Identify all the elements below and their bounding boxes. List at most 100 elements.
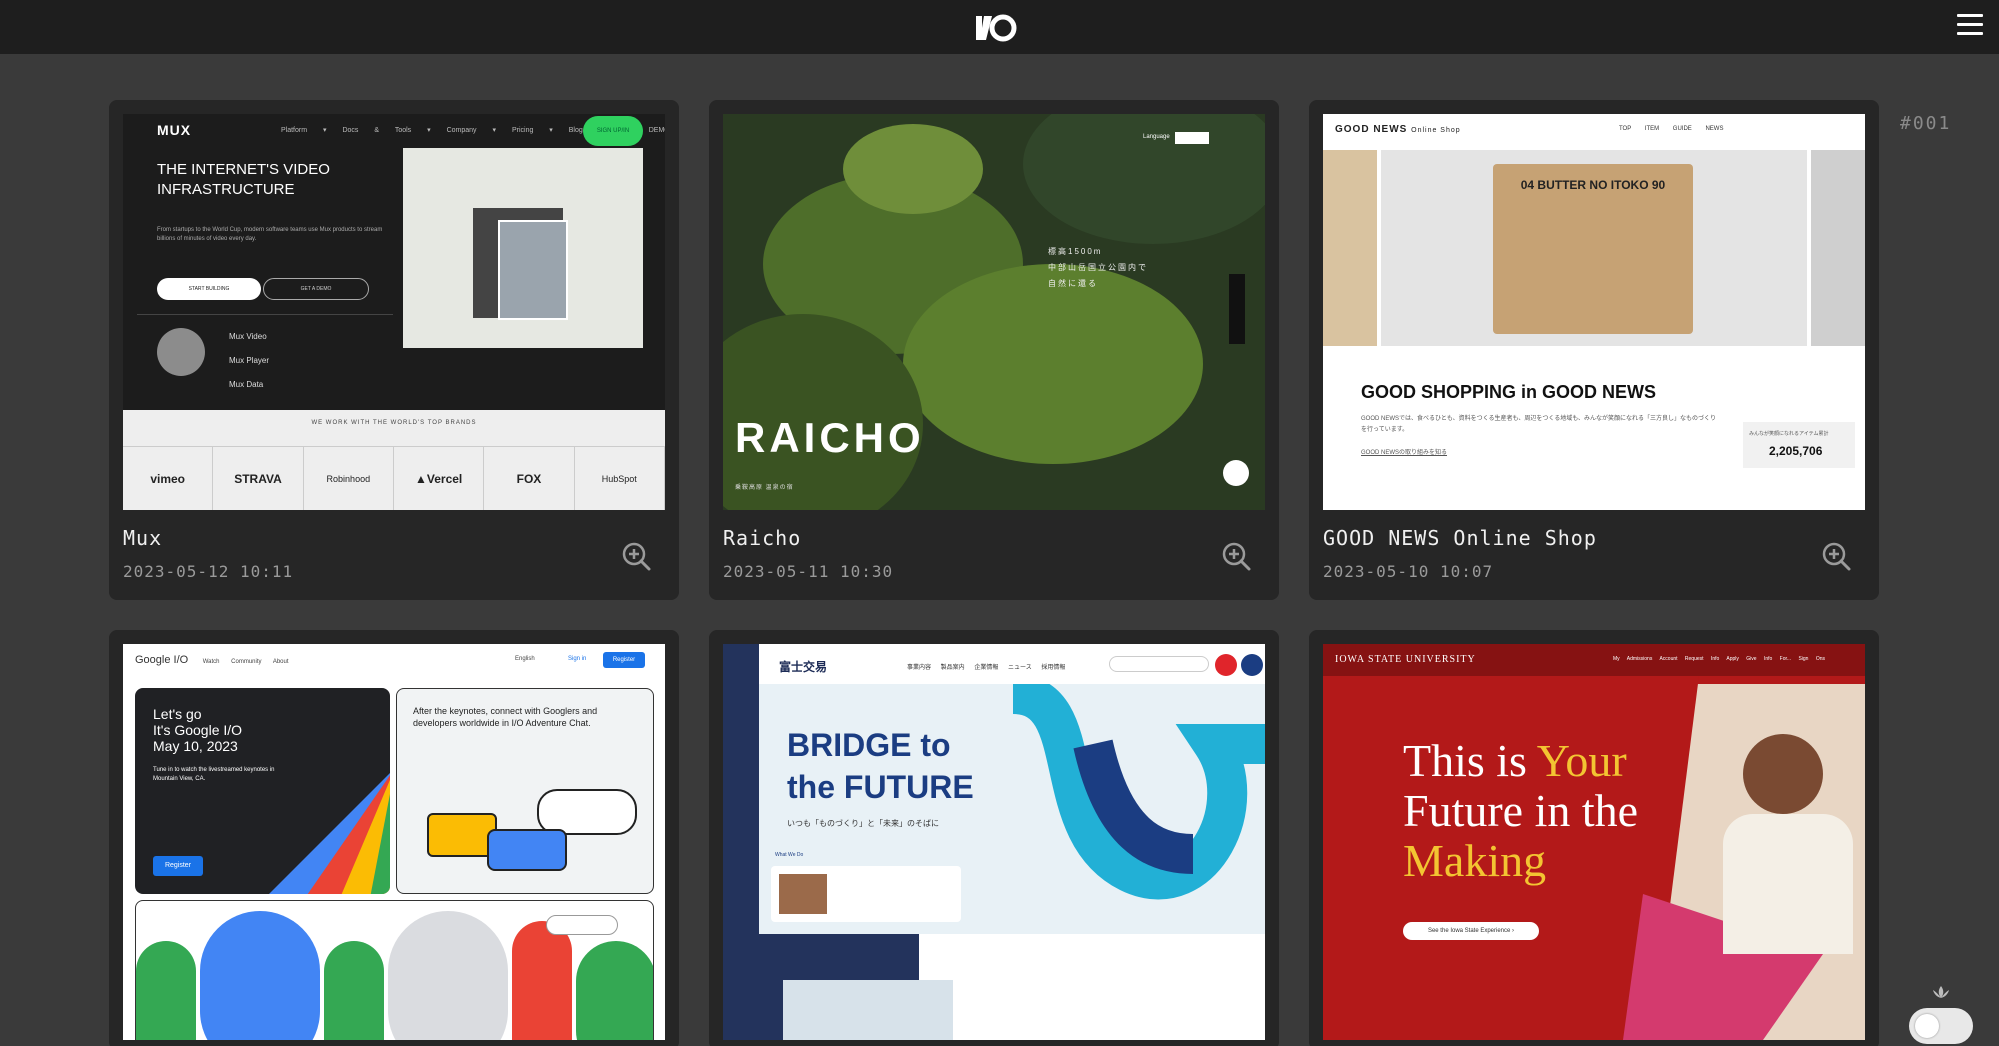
shot-lang-label: Language [1143, 134, 1170, 140]
shot-what: What We Do [775, 852, 804, 858]
shot-headline: This is Your Future in the Making [1403, 736, 1638, 886]
pill-shape [324, 941, 384, 1040]
shot-shapes-panel [135, 900, 654, 1040]
shot-copy: 標高1500m 中部山岳国立公園内で 自然に還る [1048, 244, 1148, 292]
card-title: Mux [123, 526, 163, 550]
shot-nav: Google I/O Watch Community About [135, 654, 289, 666]
site-card-mux[interactable]: MUX Platform ▾ Docs & Tools ▾ Company ▾ … [109, 100, 679, 600]
shot-light-panel: After the keynotes, connect with Googler… [396, 688, 654, 894]
card-date: 2023-05-12 10:11 [123, 562, 294, 581]
card-title: Raicho [723, 526, 802, 550]
shot-search [1109, 656, 1209, 672]
shot-banner-side [1323, 150, 1377, 346]
moss-shape [903, 264, 1203, 464]
pill-shape [136, 941, 196, 1040]
card-date: 2023-05-10 10:07 [1323, 562, 1494, 581]
site-screenshot[interactable]: MUX Platform ▾ Docs & Tools ▾ Company ▾ … [123, 114, 665, 510]
hamburger-menu-icon[interactable] [1957, 14, 1983, 36]
shot-brands-bar: WE WORK WITH THE WORLD'S TOP BRANDS vime… [123, 410, 665, 510]
shot-headline-part: This is [1403, 735, 1537, 786]
shot-nav-items: TOP ITEM GUIDE NEWS [1619, 126, 1724, 132]
shot-dark-panel: Let's go It's Google I/O May 10, 2023 Tu… [135, 688, 390, 894]
card-date: 2023-05-11 10:30 [723, 562, 894, 581]
site-screenshot[interactable]: Google I/O Watch Community About English… [123, 644, 665, 1040]
shot-brand-logo: ▲Vercel [394, 447, 485, 510]
pill-shape [200, 911, 320, 1040]
lotus-icon [1933, 986, 1949, 998]
chat-bubble-shape [487, 829, 567, 871]
shot-dark-line: Let's go [153, 706, 202, 722]
site-card-raicho[interactable]: Language 標高1500m 中部山岳国立公園内で 自然に還る RAICHO… [709, 100, 1279, 600]
shot-signup: SIGN UP/IN [583, 116, 643, 146]
shot-brand-logo: vimeo [123, 447, 214, 510]
shot-person [1723, 814, 1853, 954]
mail-icon [1215, 654, 1237, 676]
site-card-good-news[interactable]: GOOD NEWS Online Shop TOP ITEM GUIDE NEW… [1309, 100, 1879, 600]
site-screenshot[interactable]: Language 標高1500m 中部山岳国立公園内で 自然に還る RAICHO… [723, 114, 1265, 510]
shot-light-text: After the keynotes, connect with Googler… [413, 706, 598, 728]
shot-dark-line: It's Google I/O [153, 722, 243, 738]
shot-cta: See the Iowa State Experience › [1403, 922, 1539, 940]
shot-headline-line: the FUTURE [787, 769, 974, 805]
shot-count-label: みんなが笑顔になれるアイテム累計 [1749, 431, 1829, 437]
shot-panel [403, 148, 643, 348]
shot-list-item: Mux Video [229, 332, 267, 341]
shot-desc-link: GOOD NEWSの取り組みを知る [1361, 450, 1448, 456]
shot-copy-line: 自然に還る [1048, 279, 1098, 288]
shot-nav-items: 事業内容 製品案内 企業情報 ニュース 採用情報 [907, 665, 1066, 671]
shot-count-value: 2,205,706 [1769, 444, 1823, 458]
shot-btn-secondary: GET A DEMO [263, 278, 369, 300]
shot-photo [783, 980, 953, 1040]
shot-brand-logo: HubSpot [575, 447, 665, 510]
shot-heading: GOOD SHOPPING in GOOD NEWS [1361, 382, 1657, 402]
shot-btn-primary: START BUILDING [157, 278, 261, 300]
shot-desc-text: GOOD NEWSでは、食べるひとも、資料をつくる生産者も、周辺をつくる地域も、… [1361, 416, 1717, 433]
shot-copy-line: 中部山岳国立公園内で [1048, 263, 1148, 272]
media-controls [546, 915, 618, 935]
shot-brand: MUX [157, 122, 192, 138]
shot-sub: From startups to the World Cup, modern s… [157, 227, 383, 242]
shot-banner-side [1811, 150, 1865, 346]
shot-list-item: Mux Data [229, 380, 264, 389]
theme-toggle[interactable] [1909, 1008, 1973, 1044]
shot-headline-line: This is Your [1403, 736, 1638, 786]
shot-signin: Sign in [568, 656, 587, 662]
shot-product-box: 04 BUTTER NO ITOKO 90 [1493, 164, 1693, 334]
site-screenshot[interactable]: GOOD NEWS Online Shop TOP ITEM GUIDE NEW… [1323, 114, 1865, 510]
bridge-shape [1011, 684, 1265, 900]
shot-brands-heading: WE WORK WITH THE WORLD'S TOP BRANDS [311, 420, 477, 426]
site-screenshot[interactable]: 富士交易 事業内容 製品案内 企業情報 ニュース 採用情報 BRIDGE to … [723, 644, 1265, 1040]
zoom-in-icon[interactable] [1220, 540, 1252, 572]
shot-register: Register [603, 652, 645, 668]
shot-person [1743, 734, 1823, 814]
shot-logo: RAICHO [735, 414, 925, 461]
shot-nav: IOWA STATE UNIVERSITY My Admissions Acco… [1323, 644, 1865, 676]
pill-shape [576, 941, 653, 1040]
shot-nav: MUX Platform ▾ Docs & Tools ▾ Company ▾ … [123, 114, 665, 148]
site-card-google-io[interactable]: Google I/O Watch Community About English… [109, 630, 679, 1046]
shot-list-item: Mux Player [229, 356, 270, 365]
top-bar [0, 0, 1999, 54]
shot-nav-items: My Admissions Account Request Info Apply… [1613, 656, 1826, 662]
zoom-in-icon[interactable] [620, 540, 652, 572]
shot-brand-logo: STRAVA [213, 447, 304, 510]
shot-news-thumb [779, 874, 827, 914]
site-screenshot[interactable]: IOWA STATE UNIVERSITY My Admissions Acco… [1323, 644, 1865, 1040]
site-card-fuji[interactable]: 富士交易 事業内容 製品案内 企業情報 ニュース 採用情報 BRIDGE to … [709, 630, 1279, 1046]
zoom-in-icon[interactable] [1820, 540, 1852, 572]
shot-tagline: いつも「ものづくり」と「未来」のそばに [787, 819, 939, 828]
shot-lang: English [515, 656, 535, 662]
shot-vertical-label [1229, 274, 1245, 344]
shot-desc: GOOD NEWSでは、食べるひとも、資料をつくる生産者も、周辺をつくる地域も、… [1361, 414, 1721, 459]
site-card-iowa-state[interactable]: IOWA STATE UNIVERSITY My Admissions Acco… [1309, 630, 1879, 1046]
shot-dark-line: May 10, 2023 [153, 738, 238, 754]
item-counter: #001 [1900, 113, 1952, 134]
shot-brand-sub: Online Shop [1411, 127, 1461, 134]
shot-brand: IOWA STATE UNIVERSITY [1335, 654, 1476, 665]
shot-brand-row: vimeo STRAVA Robinhood ▲Vercel FOX HubSp… [123, 446, 665, 510]
shot-box-label: 04 BUTTER NO ITOKO 90 [1520, 178, 1666, 192]
moss-shape [843, 124, 983, 214]
card-title: GOOD NEWS Online Shop [1323, 526, 1597, 550]
pill-shape [512, 921, 572, 1040]
io-logo-icon[interactable] [970, 8, 1020, 48]
